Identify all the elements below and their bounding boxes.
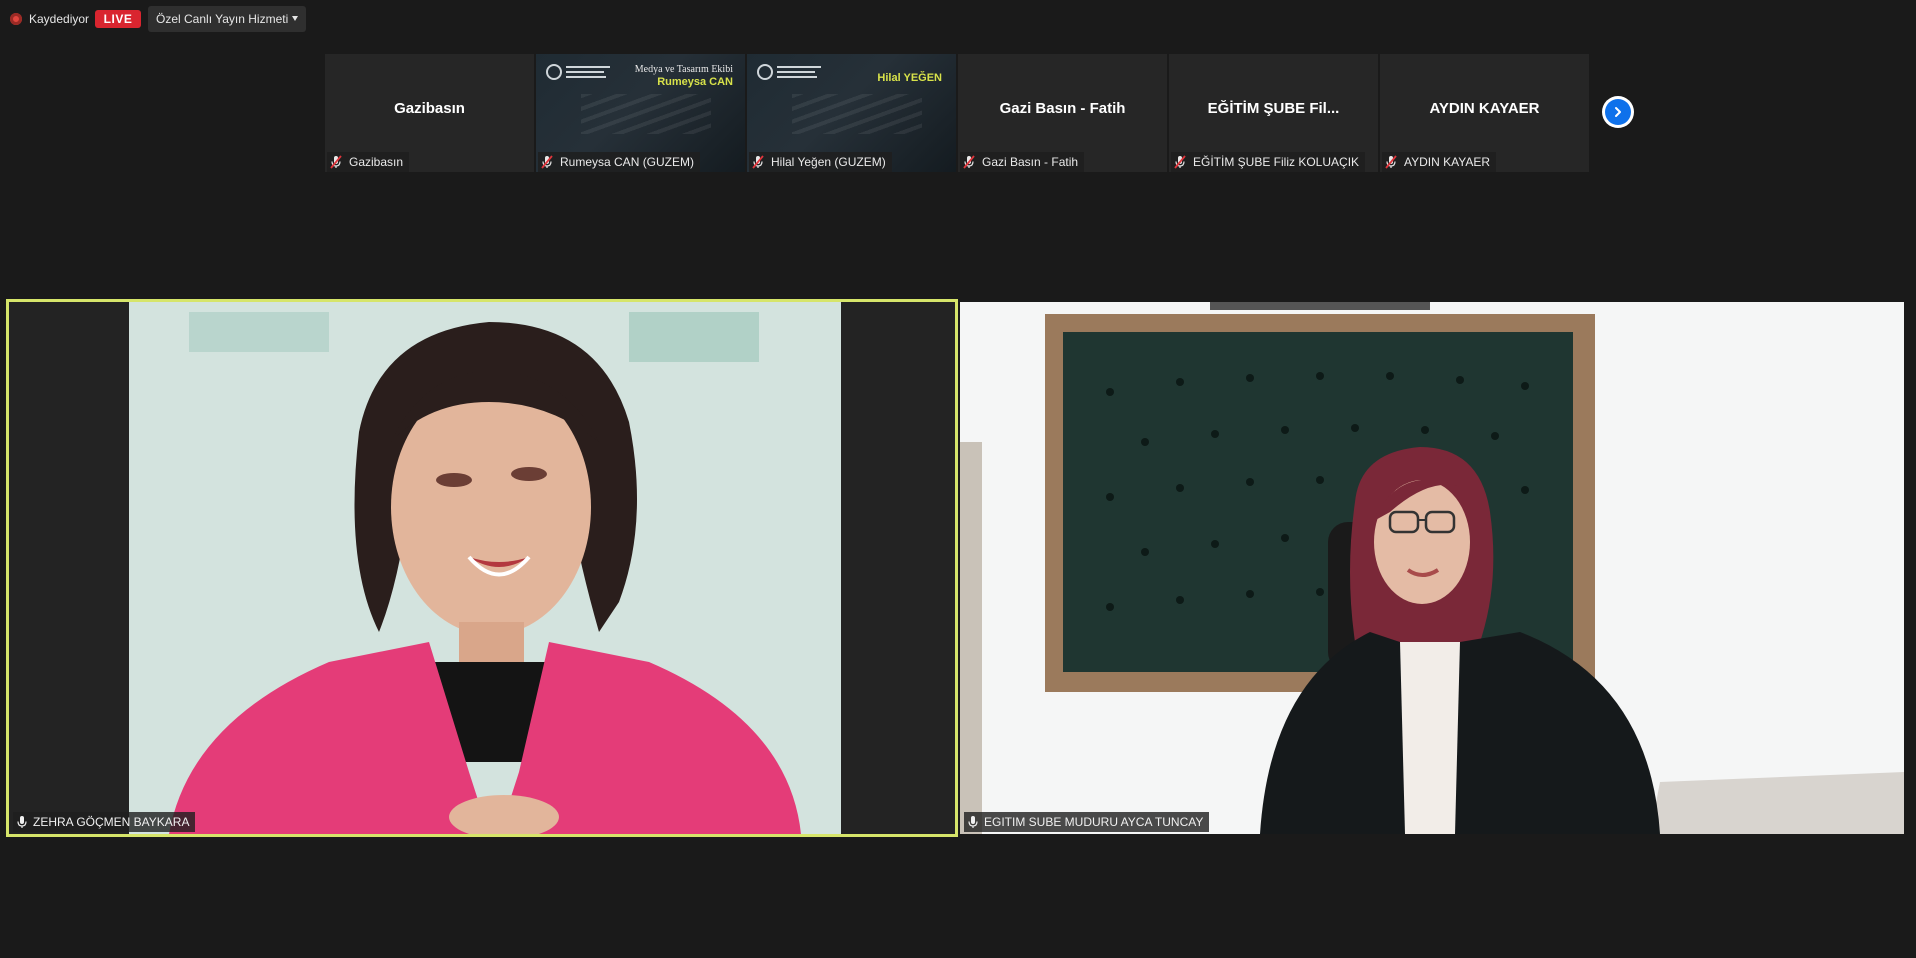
- slide-person-name: Rumeysa CAN: [657, 76, 733, 88]
- mic-muted-icon: [963, 155, 975, 169]
- chevron-right-icon: [1605, 99, 1631, 125]
- video-name-tag: EGITIM SUBE MUDURU AYCA TUNCAY: [964, 812, 1210, 832]
- participant-label: EĞİTİM ŞUBE Filiz KOLUAÇIK: [1171, 152, 1366, 172]
- participant-label: Rumeysa CAN (GUZEM): [538, 152, 701, 172]
- participant-name: Gazi Basın - Fatih: [982, 155, 1079, 169]
- participant-thumbnail-strip: Gazibasın Gazibasın Medya ve Tasarım Eki…: [325, 54, 1591, 172]
- meeting-topbar: Kaydediyor LIVE Özel Canlı Yayın Hizmeti: [0, 0, 1916, 38]
- live-badge[interactable]: LIVE: [95, 10, 141, 28]
- video-name-tag: ZEHRA GÖÇMEN BAYKARA: [13, 812, 196, 832]
- participant-video-image: [960, 302, 1904, 834]
- participant-video-image: [129, 302, 841, 834]
- mic-icon: [968, 816, 978, 828]
- stream-service-label: Özel Canlı Yayın Hizmeti: [156, 12, 289, 26]
- participant-name: Gazibasın: [349, 155, 404, 169]
- university-logo-icon: [757, 62, 827, 88]
- recording-indicator[interactable]: Kaydediyor: [10, 10, 89, 28]
- participant-name: AYDIN KAYAER: [1404, 155, 1491, 169]
- participant-thumbnail[interactable]: Hilal YEĞEN Hilal Yeğen (GUZEM): [747, 54, 956, 172]
- chevron-down-icon: [292, 16, 298, 21]
- mic-icon: [17, 816, 27, 828]
- participant-label: AYDIN KAYAER: [1382, 152, 1497, 172]
- record-icon: [10, 13, 22, 25]
- active-speaker-video-tile[interactable]: ZEHRA GÖÇMEN BAYKARA: [6, 299, 958, 837]
- participant-video-tile[interactable]: EGITIM SUBE MUDURU AYCA TUNCAY: [960, 302, 1904, 834]
- mic-muted-icon: [330, 155, 342, 169]
- university-logo-icon: [546, 62, 616, 88]
- participant-name: Rumeysa CAN (GUZEM): [560, 155, 695, 169]
- slide-team-title: Medya ve Tasarım Ekibi: [634, 64, 733, 75]
- mic-muted-icon: [541, 155, 553, 169]
- participant-thumbnail[interactable]: AYDIN KAYAER AYDIN KAYAER: [1380, 54, 1589, 172]
- recording-label: Kaydediyor: [29, 12, 90, 26]
- mic-muted-icon: [1174, 155, 1186, 169]
- participant-name: Hilal Yeğen (GUZEM): [771, 155, 886, 169]
- participant-thumbnail[interactable]: Medya ve Tasarım Ekibi Rumeysa CAN Rumey…: [536, 54, 745, 172]
- participant-display-name: Gazibasın: [394, 100, 465, 117]
- mic-muted-icon: [752, 155, 764, 169]
- participant-label: Gazibasın: [327, 152, 410, 172]
- video-feed: [129, 302, 841, 834]
- slide-person-name: Hilal YEĞEN: [877, 72, 942, 84]
- video-participant-name: EGITIM SUBE MUDURU AYCA TUNCAY: [984, 815, 1204, 829]
- participant-display-name: AYDIN KAYAER: [1429, 100, 1540, 117]
- participant-display-name: Gazi Basın - Fatih: [999, 100, 1126, 117]
- stream-service-dropdown[interactable]: Özel Canlı Yayın Hizmeti: [148, 6, 306, 32]
- participant-thumbnail[interactable]: Gazibasın Gazibasın: [325, 54, 534, 172]
- mic-muted-icon: [1385, 155, 1397, 169]
- participant-name: EĞİTİM ŞUBE Filiz KOLUAÇIK: [1193, 155, 1360, 169]
- participant-thumbnail[interactable]: EĞİTİM ŞUBE Fil... EĞİTİM ŞUBE Filiz KOL…: [1169, 54, 1378, 172]
- participant-display-name: EĞİTİM ŞUBE Fil...: [1207, 100, 1340, 117]
- participant-label: Hilal Yeğen (GUZEM): [749, 152, 892, 172]
- video-participant-name: ZEHRA GÖÇMEN BAYKARA: [33, 815, 190, 829]
- participant-thumbnail[interactable]: Gazi Basın - Fatih Gazi Basın - Fatih: [958, 54, 1167, 172]
- next-page-button[interactable]: [1602, 96, 1634, 128]
- participant-label: Gazi Basın - Fatih: [960, 152, 1085, 172]
